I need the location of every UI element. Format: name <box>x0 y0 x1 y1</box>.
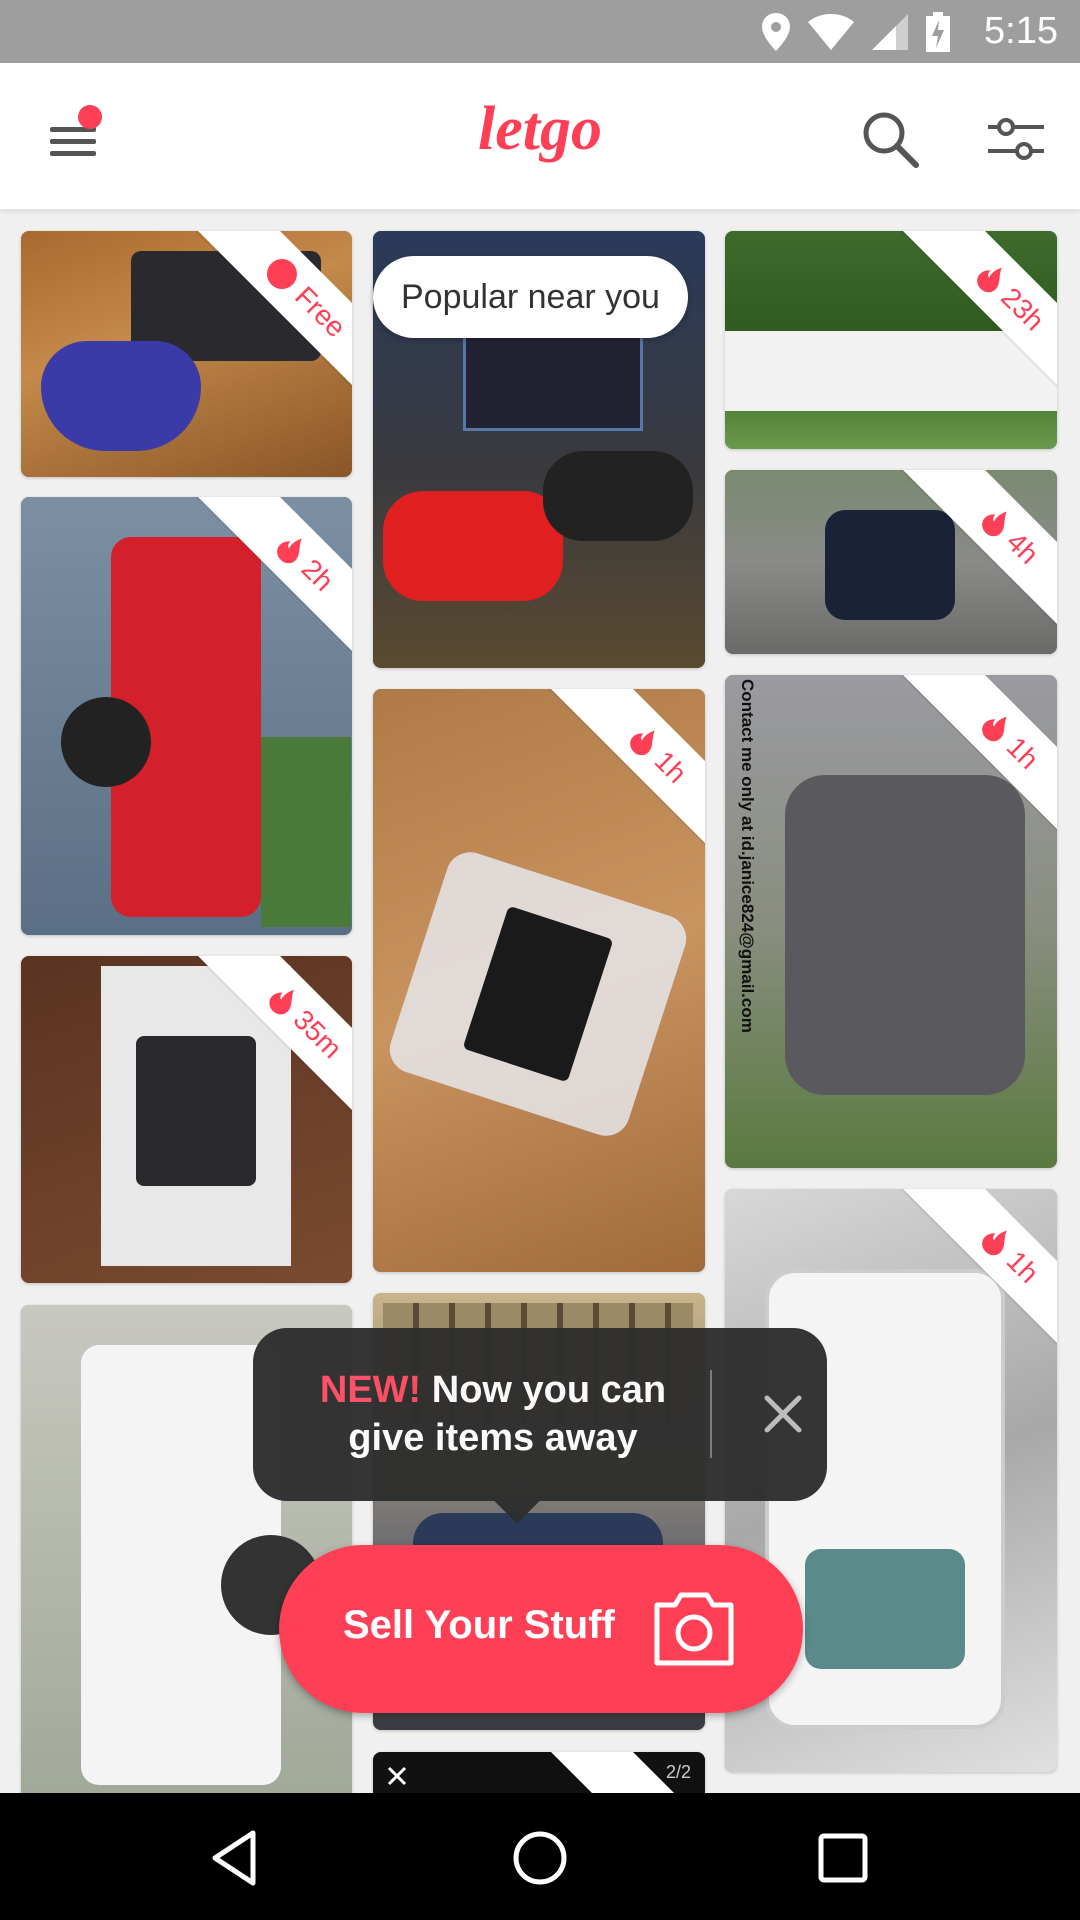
search-icon[interactable] <box>858 107 922 171</box>
photo-counter: 2/2 <box>665 1762 691 1782</box>
listing-badge: 1h <box>1000 730 1045 775</box>
flame-icon <box>630 730 656 756</box>
listing-card[interactable]: 23h <box>725 231 1057 449</box>
listing-badge: 23h <box>995 281 1051 337</box>
red-controller-shape <box>383 491 563 601</box>
system-nav-bar <box>0 1793 1080 1920</box>
back-icon[interactable] <box>201 1823 271 1893</box>
black-controller-shape <box>543 451 693 541</box>
game-cases-shape <box>463 331 643 431</box>
listing-card[interactable]: Free <box>21 231 352 477</box>
listing-card[interactable]: 2/2 <box>373 1752 705 1793</box>
letgo-logo[interactable]: letgo <box>440 87 640 187</box>
app-bar: letgo <box>0 63 1080 210</box>
switch-shape <box>136 1036 256 1186</box>
close-icon[interactable] <box>749 1380 817 1448</box>
give-away-tooltip: NEW! Now you can give items away <box>253 1328 827 1524</box>
status-time: 5:15 <box>984 10 1058 52</box>
filter-icon[interactable] <box>984 107 1048 171</box>
controller-shape <box>41 341 201 451</box>
listing-badge: 2h <box>295 552 340 597</box>
tree-shape <box>261 737 351 927</box>
camera-icon <box>654 1592 734 1666</box>
listing-card[interactable]: 1h <box>373 689 705 1272</box>
flame-icon <box>982 511 1008 537</box>
fence-shape <box>725 331 1057 411</box>
signal-icon <box>872 14 908 50</box>
flame-icon <box>982 1230 1008 1256</box>
svg-text:letgo: letgo <box>478 95 602 163</box>
heart-icon <box>260 252 304 296</box>
sell-button-label: Sell Your Stuff <box>343 1603 615 1647</box>
listing-card[interactable]: 4h <box>725 470 1057 654</box>
wheel-shape <box>61 697 151 787</box>
tooltip-text: NEW! Now you can give items away <box>283 1366 703 1462</box>
location-icon <box>762 13 790 51</box>
battery-charging-icon <box>926 12 950 52</box>
car-shape <box>825 510 955 620</box>
flame-icon <box>269 989 294 1015</box>
listing-card[interactable]: Contact me only at id.janice824@gmail.co… <box>725 675 1057 1168</box>
wifi-icon <box>808 14 854 50</box>
menu-icon-bar <box>50 151 96 156</box>
sell-your-stuff-button[interactable]: Sell Your Stuff <box>279 1545 803 1713</box>
listing-overlay-text: Contact me only at id.janice824@gmail.co… <box>738 679 757 1033</box>
menu-button[interactable] <box>46 105 102 165</box>
status-bar: 5:15 <box>0 0 1080 63</box>
listing-badge: 1h <box>648 744 693 789</box>
listing-badge: 4h <box>1000 525 1045 570</box>
home-icon[interactable] <box>505 1823 575 1893</box>
phone-case-shape <box>805 1549 965 1669</box>
listing-card[interactable]: 35m <box>21 956 352 1283</box>
flame-icon <box>277 538 303 564</box>
status-icons <box>762 12 950 52</box>
listing-card[interactable]: 2h <box>21 497 352 935</box>
tooltip-divider <box>710 1370 712 1458</box>
recents-icon[interactable] <box>808 1823 878 1893</box>
new-label: NEW! <box>319 1369 422 1411</box>
notification-dot <box>78 105 102 129</box>
car-shape <box>785 775 1025 1095</box>
listing-badge: 1h <box>1000 1244 1045 1289</box>
menu-icon-bar <box>50 139 96 144</box>
flame-icon <box>976 267 1002 292</box>
close-icon[interactable] <box>387 1766 407 1786</box>
popular-near-you-label[interactable]: Popular near you <box>373 256 688 338</box>
flame-icon <box>982 716 1008 742</box>
